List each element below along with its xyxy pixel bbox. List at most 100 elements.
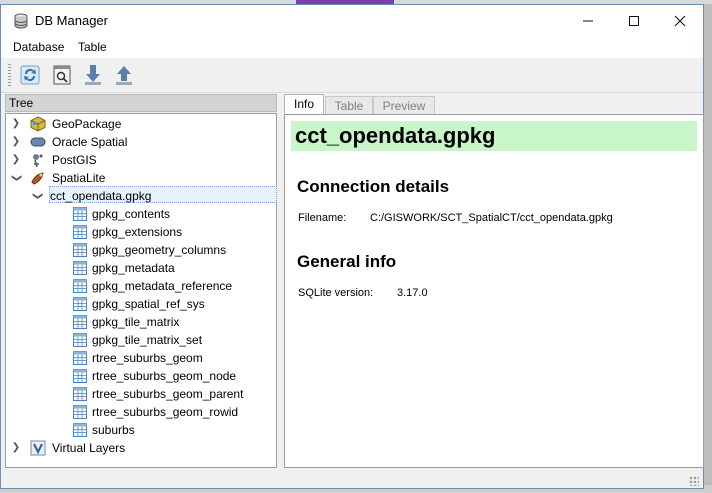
status-bar: [1, 470, 703, 488]
tree-item-table-label: gpkg_geometry_columns: [92, 243, 227, 257]
sqlite-version-value: 3.17.0: [397, 287, 428, 299]
postgis-icon: [30, 152, 46, 168]
import-layer-icon: [85, 65, 101, 85]
table-icon: [72, 314, 88, 330]
table-icon: [72, 242, 88, 258]
menu-table[interactable]: Table: [78, 40, 107, 54]
tree-item-table-label: gpkg_metadata_reference: [92, 279, 233, 293]
tab-info[interactable]: Info: [284, 94, 324, 115]
virtual-layers-icon: [30, 440, 46, 456]
tree-item-table[interactable]: rtree_suburbs_geom_parent: [6, 385, 276, 403]
maximize-button[interactable]: [611, 5, 657, 36]
export-button[interactable]: [112, 63, 136, 87]
refresh-button[interactable]: [18, 63, 42, 87]
tree-item-table[interactable]: rtree_suburbs_geom: [6, 349, 276, 367]
title-bar[interactable]: DB Manager: [1, 5, 703, 36]
tree-item-label: PostGIS: [52, 153, 97, 167]
table-icon: [72, 332, 88, 348]
chevron-right-icon[interactable]: ❯: [11, 439, 21, 457]
table-icon: [72, 422, 88, 438]
tree-item-table[interactable]: gpkg_tile_matrix_set: [6, 331, 276, 349]
table-icon: [72, 224, 88, 240]
info-title: cct_opendata.gpkg: [291, 121, 697, 151]
tab-table[interactable]: Table: [325, 96, 373, 114]
tree-item-table[interactable]: gpkg_spatial_ref_sys: [6, 295, 276, 313]
tree-item-table[interactable]: gpkg_extensions: [6, 223, 276, 241]
tree-item-table[interactable]: gpkg_metadata: [6, 259, 276, 277]
tree-item-table-label: gpkg_extensions: [92, 225, 183, 239]
sql-window-icon: [53, 65, 71, 85]
chevron-right-icon[interactable]: ❯: [11, 133, 21, 151]
tree-item-virtual-layers[interactable]: ❯ Virtual Layers: [6, 439, 276, 457]
tree-item-table[interactable]: suburbs: [6, 421, 276, 439]
tree-item-database-label: cct_opendata.gpkg: [50, 189, 152, 203]
tree-item-table[interactable]: gpkg_contents: [6, 205, 276, 223]
window-title: DB Manager: [35, 13, 108, 28]
menu-database[interactable]: Database: [13, 40, 64, 54]
info-panel: cct_opendata.gpkg Connection details Fil…: [284, 114, 704, 468]
tree-item-table-label: gpkg_tile_matrix_set: [92, 333, 203, 347]
refresh-icon: [20, 65, 40, 85]
spatialite-icon: [30, 170, 46, 186]
chevron-down-icon[interactable]: ❯: [28, 191, 46, 201]
tree-item-table-label: rtree_suburbs_geom_rowid: [92, 405, 239, 419]
oracle-icon: [30, 134, 46, 150]
tree-item-table-label: rtree_suburbs_geom_node: [92, 369, 237, 383]
filename-value: C:/GISWORK/SCT_SpatialCT/cct_opendata.gp…: [370, 212, 613, 224]
chevron-down-icon[interactable]: ❯: [7, 173, 25, 183]
tree-item-label: Oracle Spatial: [52, 135, 128, 149]
tree-item-table-label: rtree_suburbs_geom_parent: [92, 387, 244, 401]
minimize-button[interactable]: [565, 5, 611, 36]
tree-item-table[interactable]: gpkg_geometry_columns: [6, 241, 276, 259]
table-icon: [72, 296, 88, 312]
tree-item-table-label: rtree_suburbs_geom: [92, 351, 203, 365]
tree-item-table-label: gpkg_tile_matrix: [92, 315, 180, 329]
table-icon: [72, 368, 88, 384]
tree-item-spatialite[interactable]: ❯ SpatiaLite: [6, 169, 276, 187]
sql-window-button[interactable]: [50, 63, 74, 87]
import-layer-button[interactable]: [81, 63, 105, 87]
tab-strip: Info Table Preview: [284, 94, 704, 115]
tree-item-label: SpatiaLite: [52, 171, 106, 185]
chevron-right-icon[interactable]: ❯: [11, 115, 21, 133]
db-manager-app-icon: [13, 13, 29, 29]
table-icon: [72, 404, 88, 420]
tree-item-geopackage[interactable]: ❯ GeoPackage: [6, 115, 276, 133]
close-button[interactable]: [657, 5, 703, 36]
tree-item-table-label: suburbs: [92, 423, 135, 437]
tree-item-table[interactable]: rtree_suburbs_geom_rowid: [6, 403, 276, 421]
tree-view[interactable]: ❯ GeoPackage ❯ Oracle Spatial ❯ PostGIS …: [5, 113, 277, 468]
toolbar-grip[interactable]: [8, 64, 11, 86]
sqlite-version-label: SQLite version:: [298, 287, 374, 299]
table-icon: [72, 386, 88, 402]
tree-item-postgis[interactable]: ❯ PostGIS: [6, 151, 276, 169]
table-icon: [72, 278, 88, 294]
db-manager-window: DB Manager Database Table Tree ❯ GeoPack…: [0, 4, 704, 489]
table-icon: [72, 350, 88, 366]
menu-bar: Database Table: [1, 36, 703, 58]
resize-grip[interactable]: [689, 476, 699, 486]
export-icon: [116, 66, 132, 85]
tree-header: Tree: [5, 94, 277, 112]
close-icon: [674, 15, 686, 26]
table-icon: [72, 260, 88, 276]
tree-item-table[interactable]: gpkg_tile_matrix: [6, 313, 276, 331]
general-info-heading: General info: [297, 252, 397, 271]
tree-item-label: Virtual Layers: [52, 441, 126, 455]
tree-item-table-label: gpkg_contents: [92, 207, 171, 221]
tree-item-table[interactable]: rtree_suburbs_geom_node: [6, 367, 276, 385]
minimize-icon: [583, 20, 593, 21]
filename-label: Filename:: [298, 212, 347, 224]
tree-item-table[interactable]: gpkg_metadata_reference: [6, 277, 276, 295]
table-icon: [72, 206, 88, 222]
maximize-icon: [629, 15, 639, 26]
tab-preview[interactable]: Preview: [373, 96, 435, 114]
tree-item-database[interactable]: ❯ cct_opendata.gpkg: [6, 187, 276, 205]
chevron-right-icon[interactable]: ❯: [11, 151, 21, 169]
toolbar: [1, 58, 703, 93]
geopackage-icon: [30, 116, 46, 132]
tree-item-table-label: gpkg_metadata: [92, 261, 175, 275]
tree-item-label: GeoPackage: [52, 117, 122, 131]
tree-item-table-label: gpkg_spatial_ref_sys: [92, 297, 205, 311]
tree-item-oracle-spatial[interactable]: ❯ Oracle Spatial: [6, 133, 276, 151]
